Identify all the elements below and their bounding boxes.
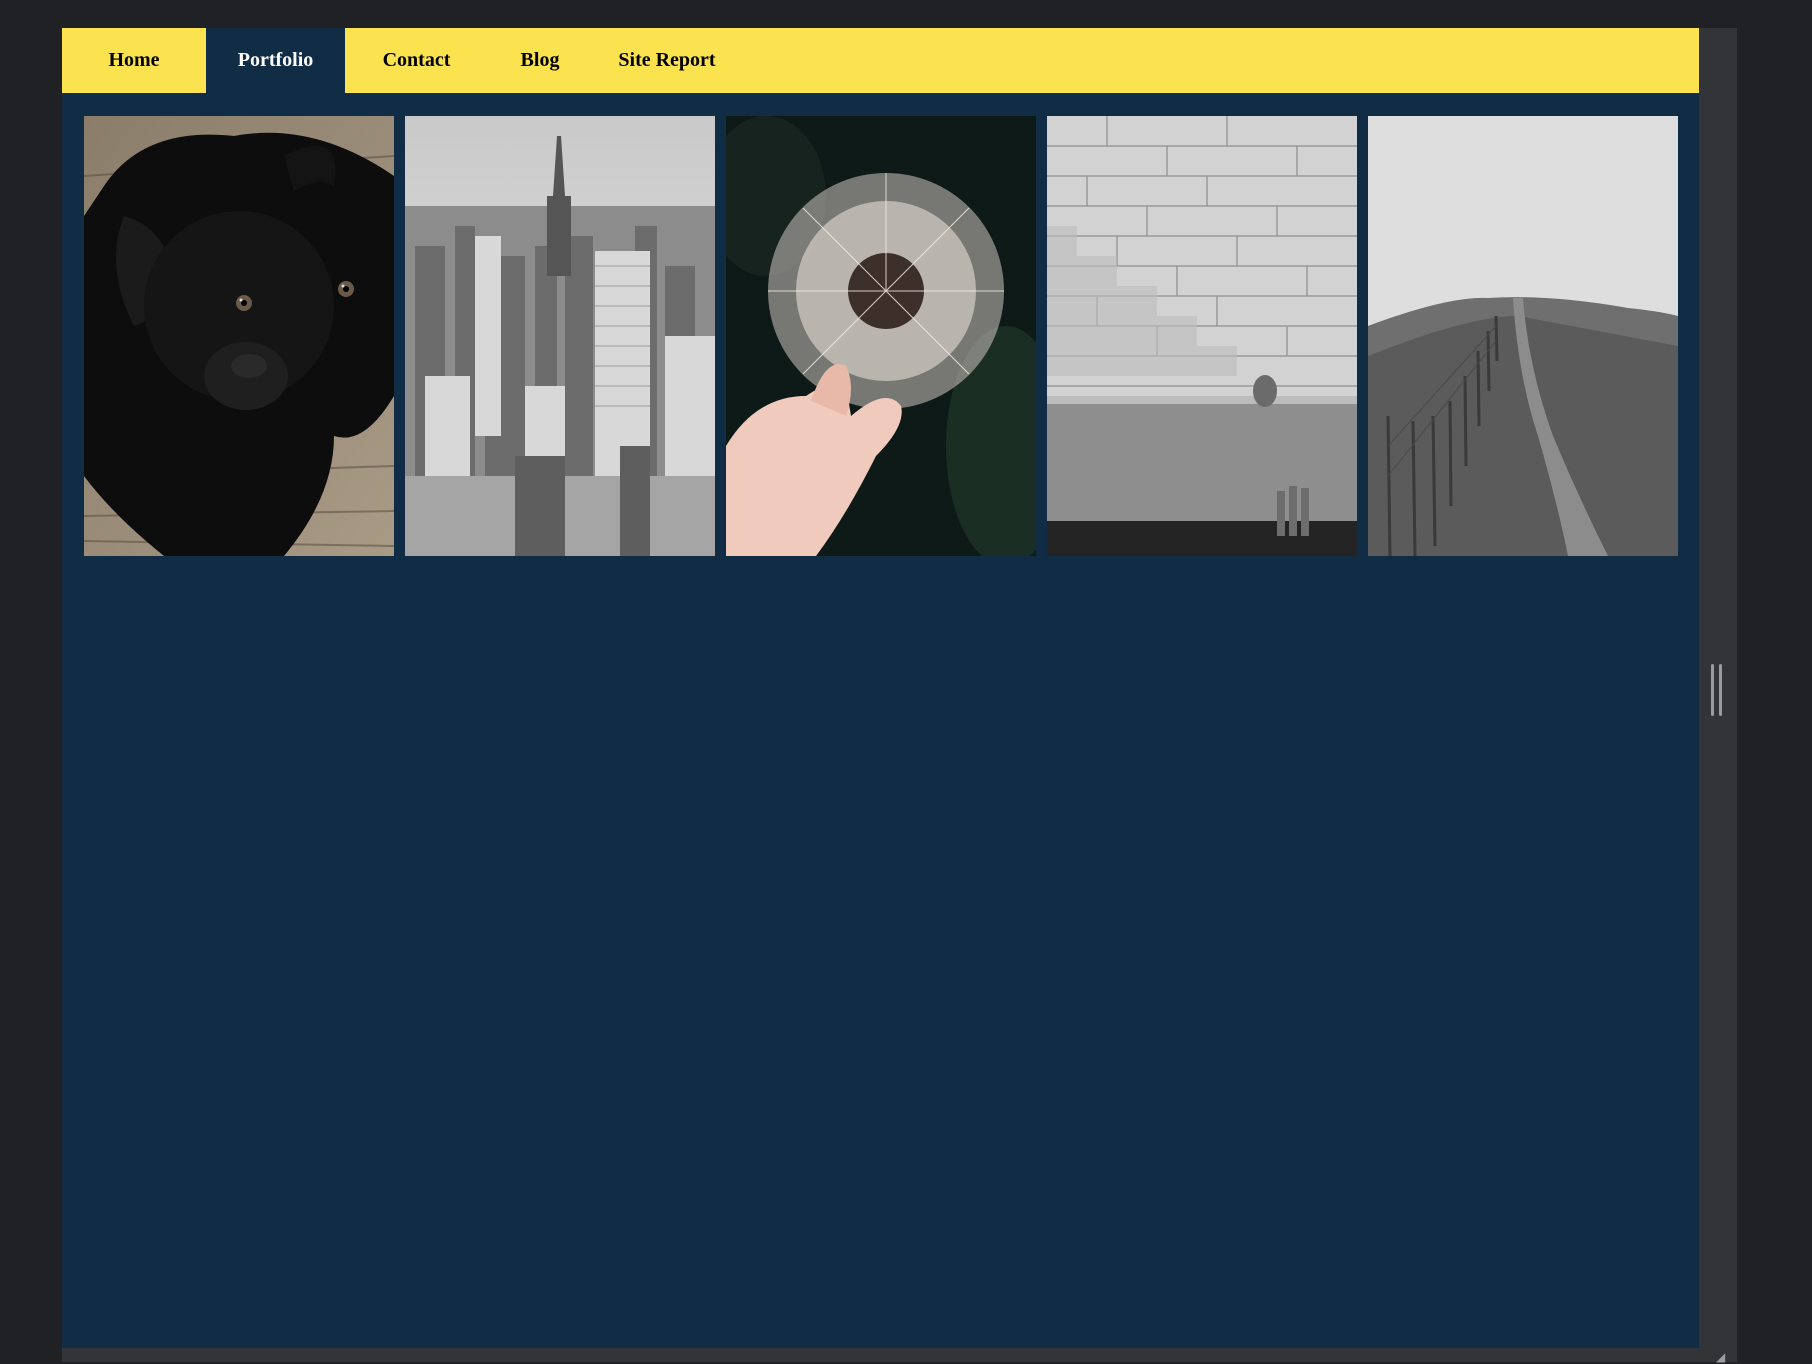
city-skyline-image [405,116,715,556]
nav-item-contact[interactable]: Contact [345,28,488,93]
gallery-image-city[interactable] [405,116,715,556]
gallery-image-dandelion[interactable] [726,116,1036,556]
portfolio-gallery [84,116,1678,556]
nav-item-home[interactable]: Home [62,28,206,93]
nav-item-site-report[interactable]: Site Report [592,28,742,93]
bottom-frame-bar [62,1348,1737,1362]
gallery-image-hill-path[interactable] [1368,116,1678,556]
nav-item-portfolio[interactable]: Portfolio [206,28,345,93]
gallery-image-stone-wall[interactable] [1047,116,1357,556]
puppy-image [84,116,394,556]
scroll-grip-icon[interactable] [1711,664,1723,716]
gallery-image-puppy[interactable] [84,116,394,556]
dandelion-image [726,116,1036,556]
vertical-scrollbar[interactable] [1699,28,1737,1348]
resize-corner-icon[interactable]: ◢ [1716,1351,1730,1363]
stone-wall-image [1047,116,1357,556]
page-viewport: Home Portfolio Contact Blog Site Report [62,28,1699,1362]
nav-item-blog[interactable]: Blog [488,28,592,93]
hill-path-image [1368,116,1678,556]
main-navbar: Home Portfolio Contact Blog Site Report [62,28,1699,93]
